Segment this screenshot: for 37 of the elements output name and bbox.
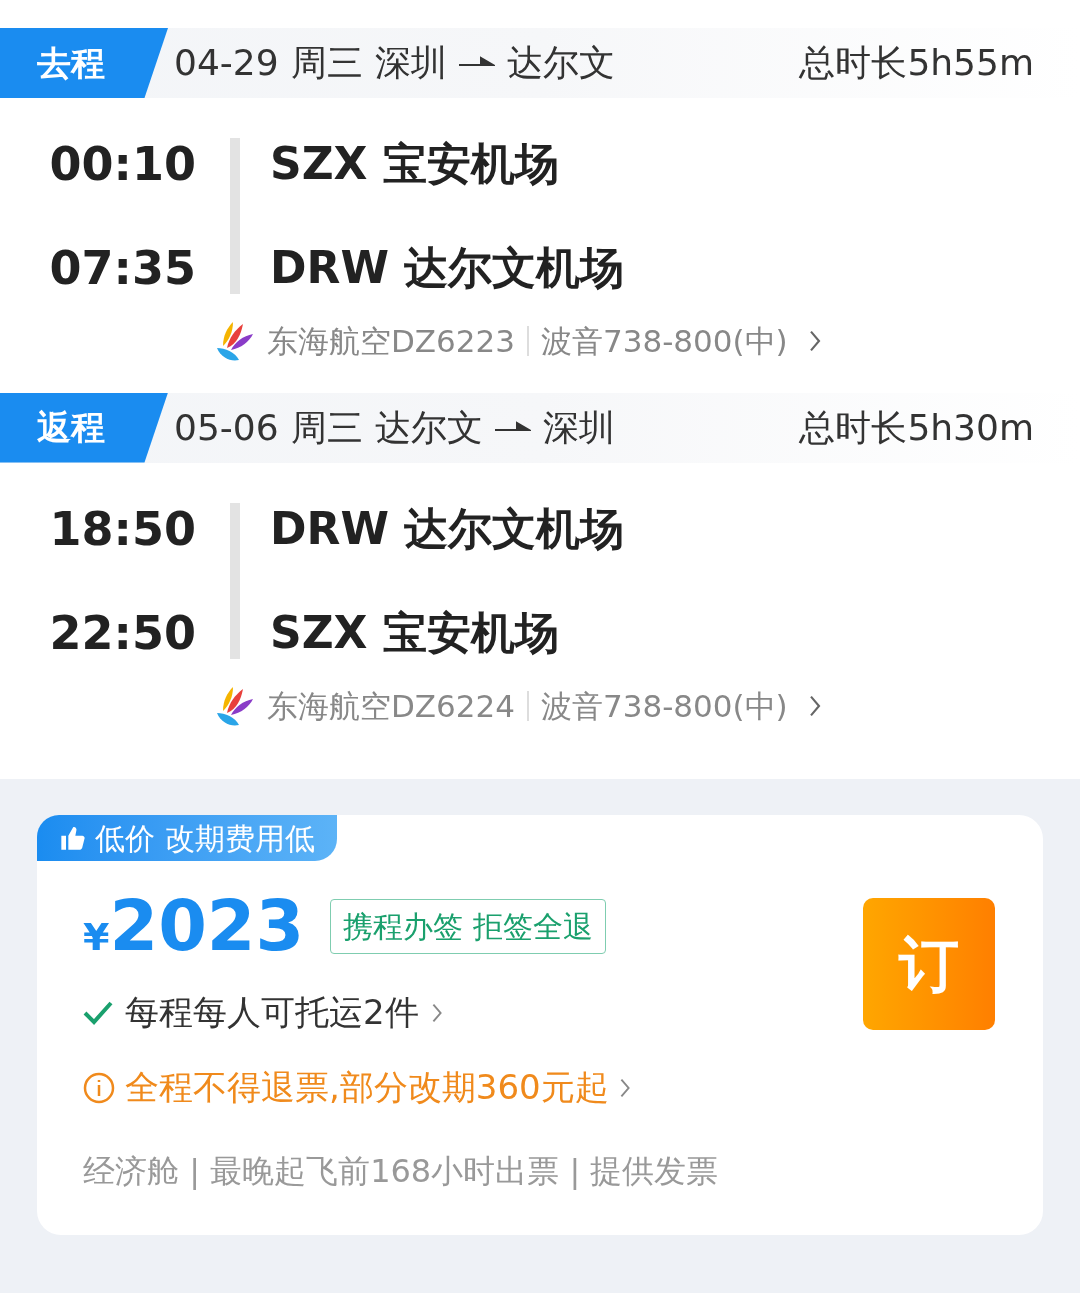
total-duration: 总时长5h30m — [799, 405, 1034, 450]
chevron-right-icon — [807, 329, 822, 354]
departure-time: 18:50 — [49, 500, 196, 558]
departure-airport: DRW 达尔文机场 — [270, 501, 625, 556]
origin-city: 达尔文 — [374, 405, 483, 450]
refund-policy-link[interactable]: 全程不得退票,部分改期360元起 — [83, 1062, 1043, 1113]
flight-info-link[interactable]: 东海航空DZ6224 波音738-800(中) — [213, 682, 1080, 729]
leg-date: 05-06 — [174, 405, 279, 450]
flight-info-link[interactable]: 东海航空DZ6223 波音738-800(中) — [213, 318, 1080, 365]
arrival-time: 07:35 — [49, 240, 196, 297]
destination-city: 深圳 — [542, 405, 615, 450]
arrival-time: 22:50 — [49, 604, 196, 662]
leg-badge: 返程 — [0, 392, 168, 463]
aircraft-type: 波音738-800(中) — [541, 322, 788, 361]
aircraft-type: 波音738-800(中) — [541, 686, 788, 726]
price: ¥2023 — [83, 891, 305, 961]
destination-city: 达尔文 — [506, 41, 615, 85]
chevron-right-icon — [807, 693, 822, 718]
departure-airport: SZX 宝安机场 — [270, 137, 560, 191]
leg-weekday: 周三 — [290, 405, 363, 450]
thumbs-up-icon — [59, 824, 87, 852]
leg-weekday: 周三 — [290, 41, 363, 85]
ticket-details: 经济舱 | 最晚起飞前168小时出票 | 提供发票 — [83, 1151, 720, 1192]
total-duration: 总时长5h55m — [799, 41, 1034, 85]
departure-time: 00:10 — [49, 136, 196, 193]
airline-flight: 东海航空DZ6223 — [267, 322, 515, 361]
check-icon — [83, 999, 113, 1026]
arrival-airport: SZX 宝安机场 — [270, 605, 560, 660]
origin-city: 深圳 — [374, 41, 447, 85]
visa-badge: 携程办签 拒签全退 — [330, 898, 606, 954]
arrival-airport: DRW 达尔文机场 — [270, 241, 625, 295]
airline-flight: 东海航空DZ6224 — [267, 686, 515, 726]
leg-badge: 去程 — [0, 28, 168, 98]
info-icon — [83, 1071, 115, 1104]
book-button[interactable]: 订 — [863, 898, 995, 1030]
promo-text: 低价 改期费用低 — [95, 819, 315, 858]
leg-date: 04-29 — [174, 41, 279, 85]
